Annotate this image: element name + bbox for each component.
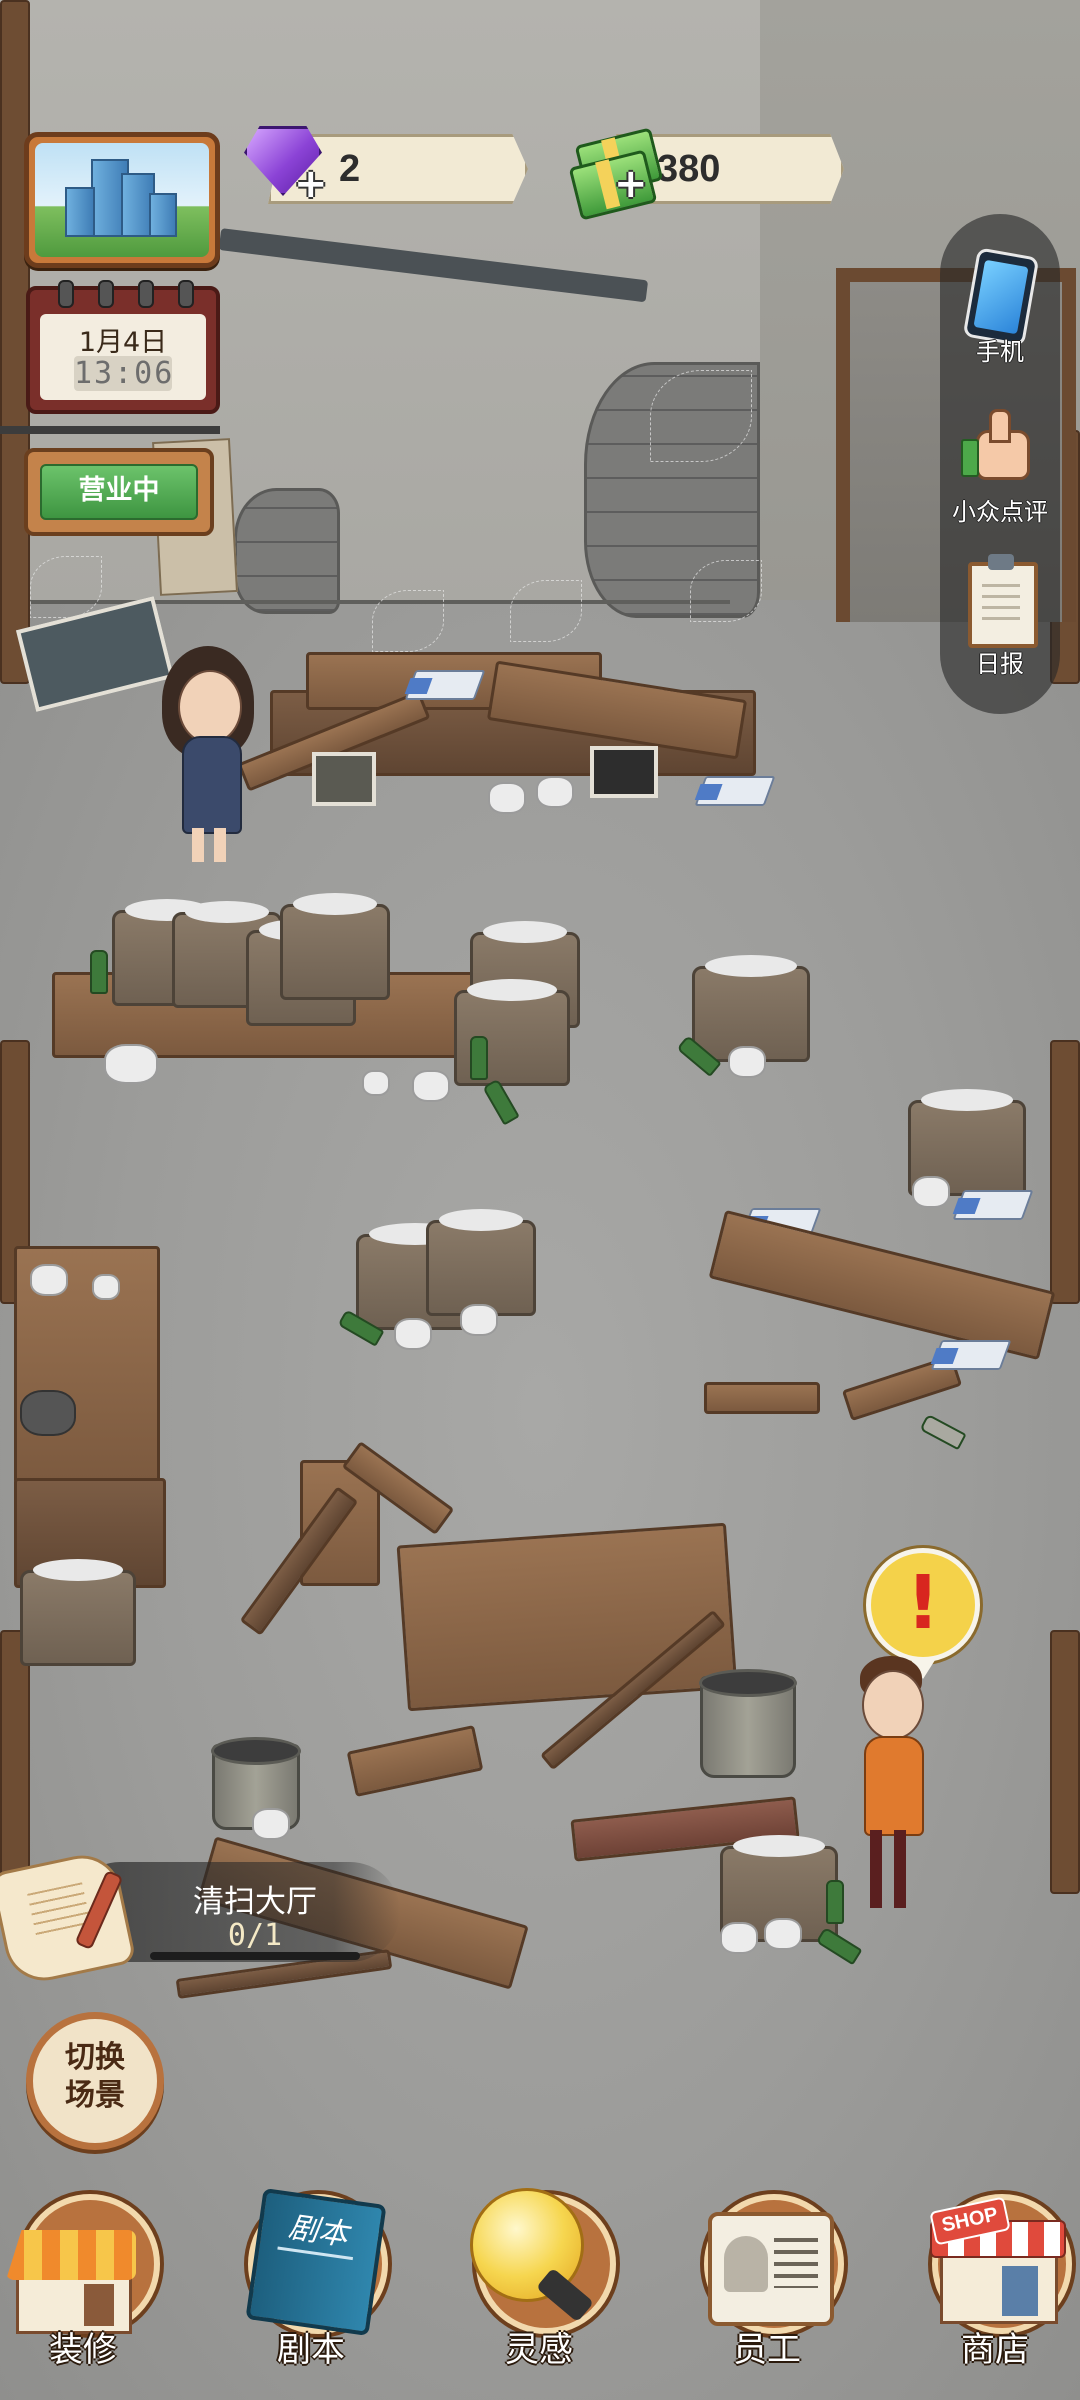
crumpled-paper[interactable] — [394, 1318, 432, 1350]
nav-shop[interactable]: SHOP 商店 — [912, 2184, 1078, 2400]
task-progress-bar — [150, 1952, 360, 1960]
clipboard-report-icon — [968, 554, 1038, 648]
scattered-book[interactable] — [952, 1190, 1034, 1220]
crumpled-paper[interactable] — [30, 1264, 68, 1296]
crumpled-paper[interactable] — [720, 1922, 758, 1954]
left-floor-pillar — [0, 1630, 30, 1894]
alert-bubble[interactable]: ! — [866, 1548, 980, 1679]
switch-scene-button[interactable]: 切换 场景 — [26, 2012, 164, 2150]
glass-bottle[interactable] — [470, 1036, 488, 1080]
shop-icon: SHOP — [926, 2196, 1066, 2324]
cobweb — [372, 590, 444, 652]
crumpled-paper[interactable] — [764, 1918, 802, 1950]
crumpled-paper[interactable] — [104, 1044, 158, 1084]
business-status-label: 营业中 — [40, 464, 198, 520]
nav-renovation[interactable]: 装修 — [0, 2184, 166, 2400]
nav-label: 员工 — [733, 2330, 801, 2370]
cobweb — [690, 560, 762, 622]
crumpled-paper[interactable] — [252, 1808, 290, 1840]
nav-label: 灵感 — [505, 2330, 573, 2370]
trash-bag[interactable] — [280, 893, 390, 1000]
house-renovation-icon — [6, 2230, 136, 2334]
manager-character[interactable] — [830, 1656, 950, 1912]
wood-debris[interactable] — [704, 1382, 820, 1414]
glass-bottle[interactable] — [90, 950, 108, 994]
cobweb — [30, 556, 102, 618]
task-title: 清扫大厅 — [193, 1884, 317, 1920]
cash-value: 380 — [657, 148, 721, 190]
nav-scripts[interactable]: 剧本 剧本 — [228, 2184, 394, 2400]
date-calendar: 1月4日 13:06 — [26, 280, 220, 414]
nav-label: 商店 — [961, 2330, 1029, 2370]
old-photo[interactable] — [590, 746, 658, 798]
cobweb — [510, 580, 582, 642]
crumpled-paper[interactable] — [92, 1274, 120, 1300]
side-menu-daily-report[interactable]: 日报 — [940, 548, 1060, 688]
nav-label: 剧本 — [277, 2330, 345, 2370]
add-cash-button[interactable]: + — [614, 164, 648, 204]
task-progress: 0/1 — [227, 1918, 283, 1953]
staff-badge-icon — [708, 2212, 834, 2326]
gem-value: 2 — [339, 148, 361, 190]
crumpled-paper[interactable] — [412, 1070, 450, 1102]
crumpled-paper[interactable] — [362, 1070, 390, 1096]
crumpled-paper[interactable] — [460, 1304, 498, 1336]
side-menu-reviews[interactable]: 小众点评 — [940, 400, 1060, 530]
city-image — [35, 143, 209, 257]
task-tracker[interactable]: 清扫大厅 0/1 — [0, 1848, 400, 1988]
nav-inspiration[interactable]: 灵感 — [456, 2184, 622, 2400]
scattered-book[interactable] — [930, 1340, 1012, 1370]
cobweb — [650, 370, 752, 462]
old-hat[interactable] — [20, 1390, 76, 1436]
business-status-sign[interactable]: 营业中 — [24, 448, 214, 536]
book-cover-title: 剧本 — [277, 2206, 359, 2261]
add-gems-button[interactable]: + — [294, 164, 328, 204]
switch-scene-line2: 场景 — [65, 2078, 125, 2113]
receptionist-character[interactable] — [158, 646, 258, 866]
thumbs-up-icon — [961, 409, 1030, 480]
trash-bag[interactable] — [426, 1209, 536, 1316]
nav-label: 装修 — [49, 2330, 117, 2370]
sign-rod — [0, 426, 220, 434]
exposed-bricks — [234, 488, 340, 614]
crumpled-paper[interactable] — [488, 782, 526, 814]
old-photo[interactable] — [312, 752, 376, 806]
side-menu-label: 手机 — [976, 338, 1024, 366]
calendar-date: 1月4日 — [78, 327, 168, 358]
exclamation-icon: ! — [906, 1560, 940, 1646]
trash-bag[interactable] — [20, 1559, 136, 1666]
metal-bucket[interactable] — [699, 1669, 797, 1778]
scattered-book[interactable] — [694, 776, 776, 806]
calendar-time: 13:06 — [74, 356, 175, 391]
switch-scene-line1: 切换 — [65, 2040, 125, 2075]
script-book-icon: 剧本 — [245, 2188, 387, 2336]
right-floor-pillar — [1050, 1040, 1080, 1304]
scattered-book[interactable] — [404, 670, 486, 700]
side-menu-phone[interactable]: 手机 — [940, 244, 1060, 366]
side-menu-label: 小众点评 — [952, 498, 1048, 526]
crumpled-paper[interactable] — [536, 776, 574, 808]
location-thumbnail[interactable] — [24, 132, 220, 268]
broken-table[interactable] — [396, 1522, 738, 1712]
crumpled-paper[interactable] — [728, 1046, 766, 1078]
crumpled-paper[interactable] — [912, 1176, 950, 1208]
side-menu-label: 日报 — [976, 650, 1024, 678]
right-floor-pillar — [1050, 1630, 1080, 1894]
nav-staff[interactable]: 员工 — [684, 2184, 850, 2400]
